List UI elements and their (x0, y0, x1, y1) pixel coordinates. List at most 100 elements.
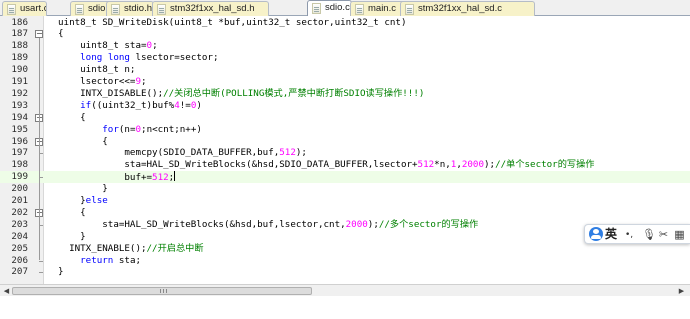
line-number: 187 (11, 28, 28, 40)
code-text: INTX_DISABLE();//关闭总中断(POLLING模式,严禁中断打断S… (58, 87, 425, 99)
editor-tab-bar: usart.c sdio.h stdio.h stm32f1xx_hal_sd.h sd… (0, 0, 690, 17)
code-line[interactable]: 194− { (0, 112, 690, 124)
code-line[interactable]: 197 memcpy(SDIO_DATA_BUFFER,buf,512); (0, 147, 690, 159)
code-text: } (58, 230, 86, 242)
ime-language-toggle[interactable]: 英 (605, 226, 617, 243)
line-number: 198 (11, 159, 28, 171)
code-text: sta=HAL_SD_WriteBlocks(&hsd,SDIO_DATA_BU… (58, 159, 595, 171)
tab-stdio-h[interactable]: stdio.h (106, 1, 154, 16)
tab-stm32f1xx-hal-sd-h[interactable]: stm32f1xx_hal_sd.h (152, 1, 269, 16)
code-line[interactable]: 192 INTX_DISABLE();//关闭总中断(POLLING模式,严禁中… (0, 88, 690, 100)
code-text: if((uint32_t)buf%4!=0) (80, 99, 202, 111)
c-file-icon (111, 4, 120, 15)
line-number: 188 (11, 40, 28, 52)
code-text: memcpy(SDIO_DATA_BUFFER,buf,512); (58, 147, 307, 159)
fold-end-marker (39, 260, 43, 262)
line-number: 193 (11, 99, 28, 111)
code-text: uint8_t SD_WriteDisk(uint8_t *buf,uint32… (58, 16, 407, 28)
tab-label: stm32f1xx_hal_sd.h (170, 3, 255, 14)
code-line[interactable]: 207} (0, 266, 690, 278)
code-text: } (58, 183, 108, 195)
code-text: for(n=0;n<cnt;n++) (102, 123, 202, 135)
c-file-icon (312, 3, 321, 14)
code-line[interactable]: 191 lsector<<=9; (0, 76, 690, 88)
code-line[interactable]: 186 uint8_t SD_WriteDisk(uint8_t *buf,uin… (0, 17, 690, 29)
tab-label: stm32f1xx_hal_sd.c (418, 3, 502, 14)
editor-footer-area (0, 296, 690, 319)
code-text: sta=HAL_SD_WriteBlocks(&hsd,buf,lsector,… (58, 218, 479, 230)
line-number: 196 (11, 135, 28, 147)
code-text: uint8_t n; (58, 64, 136, 76)
code-line[interactable]: 199 buf+=512; (0, 171, 690, 183)
code-text: { (58, 111, 86, 123)
grid-menu-icon[interactable]: ▦ (673, 228, 686, 241)
line-number: 192 (11, 87, 28, 99)
line-number: 207 (11, 266, 28, 278)
tab-sdio-c[interactable]: sdio.c (307, 0, 352, 17)
line-number: 203 (11, 218, 28, 230)
c-file-icon (355, 4, 364, 15)
code-text: { (58, 28, 64, 40)
code-text: { (58, 135, 108, 147)
code-line[interactable]: 188 uint8_t sta=0; (0, 40, 690, 52)
code-text: lsector<<=9; (58, 76, 147, 87)
c-file-icon (405, 4, 414, 15)
code-text: }else (58, 195, 108, 206)
line-number: 191 (11, 76, 28, 87)
code-line[interactable]: 200 } (0, 183, 690, 195)
code-text: { (58, 206, 86, 218)
code-text: return sta; (80, 254, 142, 266)
line-number: 195 (11, 123, 28, 135)
line-number: 189 (11, 52, 28, 64)
line-number: 186 (11, 16, 28, 28)
code-line[interactable]: 201 }else (0, 195, 690, 207)
ime-toolbar[interactable]: 英 •, 🎙 ✂ ▦ (584, 224, 690, 244)
scroll-left-arrow-icon[interactable]: ◀ (1, 286, 12, 296)
line-number: 194 (11, 111, 28, 123)
line-number: 205 (11, 242, 28, 254)
code-line[interactable]: 189 long long lsector=sector; (0, 52, 690, 64)
line-number: 202 (11, 206, 28, 218)
tab-label: stdio.h (124, 3, 152, 14)
line-number: 204 (11, 230, 28, 242)
code-line[interactable]: 190 uint8_t n; (0, 64, 690, 76)
scissors-icon[interactable]: ✂ (657, 228, 670, 241)
text-cursor (174, 171, 176, 182)
code-text: } (58, 266, 64, 278)
code-line[interactable]: 206 return sta; (0, 255, 690, 267)
code-text: INTX_ENABLE();//开启总中断 (58, 242, 204, 254)
fold-end-marker (39, 224, 43, 226)
fold-end-marker (39, 177, 43, 179)
code-line[interactable]: 195 for(n=0;n<cnt;n++) (0, 124, 690, 136)
code-line[interactable]: 187− { (0, 28, 690, 40)
ime-logo-icon[interactable] (589, 227, 603, 241)
microphone-icon[interactable]: 🎙 (642, 228, 656, 241)
tab-stm32f1xx-hal-sd-c[interactable]: stm32f1xx_hal_sd.c (400, 1, 535, 16)
line-number: 201 (11, 195, 28, 206)
scrollbar-thumb[interactable] (12, 287, 312, 295)
code-text: long long lsector=sector; (80, 52, 219, 64)
code-line[interactable]: 202− { (0, 207, 690, 219)
fold-guide-line (39, 145, 40, 178)
fold-end-marker (39, 272, 43, 274)
line-number: 197 (11, 147, 28, 159)
line-number: 199 (11, 171, 28, 183)
code-text: uint8_t sta=0; (58, 40, 158, 52)
fold-guide-line (39, 216, 40, 225)
tab-label: usart.c (20, 3, 47, 14)
scrollbar-grip-icon (160, 289, 167, 293)
tab-label: main.c (368, 3, 396, 14)
horizontal-scrollbar[interactable]: ◀ ▶ (0, 284, 690, 296)
c-file-icon (157, 4, 166, 15)
ime-punctuation-toggle[interactable]: •, (625, 230, 633, 240)
scroll-right-arrow-icon[interactable]: ▶ (676, 286, 687, 296)
line-number: 200 (11, 183, 28, 195)
code-line[interactable]: 196− { (0, 136, 690, 148)
code-line[interactable]: 193 if((uint32_t)buf%4!=0) (0, 100, 690, 112)
code-line[interactable]: 205 INTX_ENABLE();//开启总中断 (0, 243, 690, 255)
code-line[interactable]: 198 sta=HAL_SD_WriteBlocks(&hsd,SDIO_DAT… (0, 159, 690, 171)
fold-toggle-icon[interactable]: − (35, 30, 43, 39)
line-number: 190 (11, 64, 28, 76)
c-file-icon (7, 4, 16, 15)
tab-usart-c[interactable]: usart.c (2, 1, 47, 16)
